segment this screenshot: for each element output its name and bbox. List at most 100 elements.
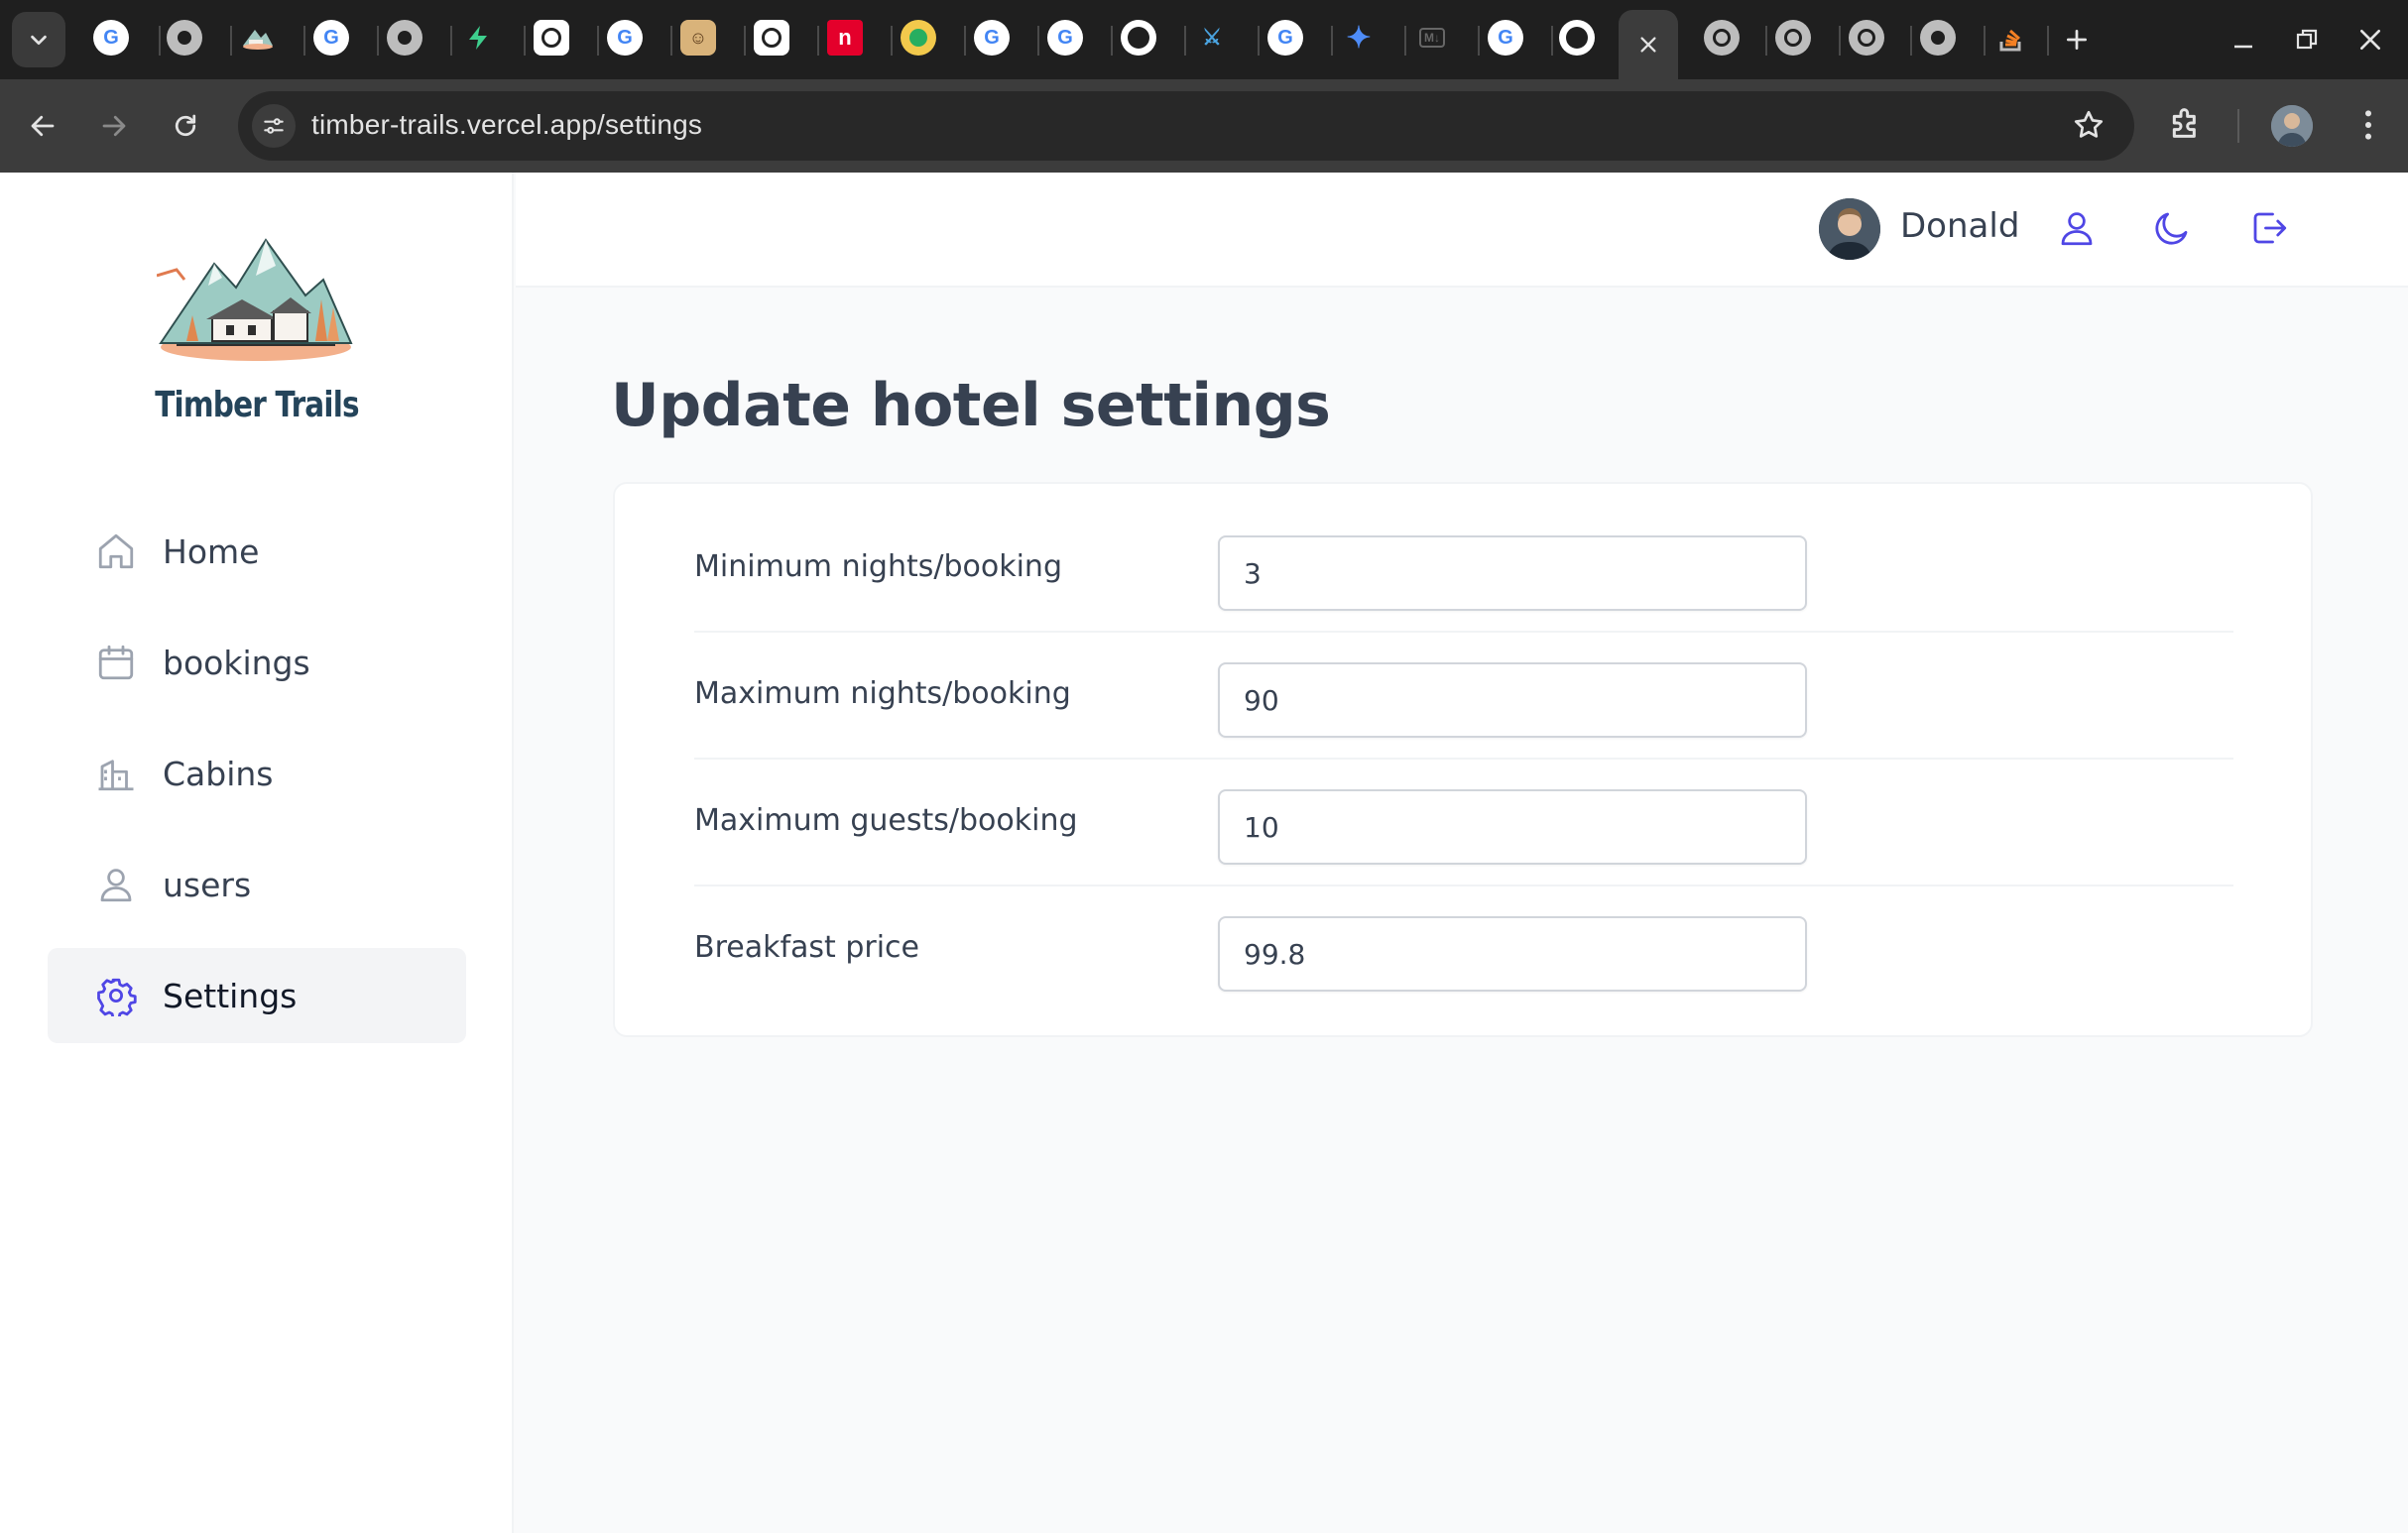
extensions-button[interactable]	[2166, 103, 2206, 147]
moon-icon	[2155, 212, 2188, 245]
google-icon[interactable]: G	[974, 20, 1010, 56]
url-text[interactable]: timber-trails.vercel.app/settings	[311, 109, 702, 141]
tab-search-button[interactable]	[12, 12, 65, 67]
puzzle-icon	[2172, 108, 2196, 138]
avatar-tab-icon[interactable]: ☺	[680, 20, 716, 56]
active-tab[interactable]	[1619, 10, 1678, 79]
sidebar-item-bookings[interactable]: bookings	[48, 615, 466, 710]
main-content: Update hotel settings Minimum nights/boo…	[516, 288, 2408, 1533]
dark-mode-toggle[interactable]	[2146, 202, 2198, 254]
logout-icon	[2253, 212, 2287, 244]
arrow-left-icon	[31, 115, 55, 137]
globe-icon[interactable]	[1849, 20, 1884, 56]
user-icon	[2061, 212, 2093, 246]
setting-row-min-nights: Minimum nights/booking	[694, 506, 2233, 633]
google-icon[interactable]: G	[607, 20, 643, 56]
supabase-icon[interactable]	[460, 20, 496, 56]
page-title: Update hotel settings	[611, 371, 1331, 440]
star-icon	[2074, 110, 2104, 138]
restore-icon	[2296, 29, 2318, 50]
breakfast-price-input[interactable]	[1218, 916, 1807, 992]
min-nights-label: Minimum nights/booking	[694, 549, 1062, 584]
forward-button[interactable]	[91, 103, 137, 149]
google-icon[interactable]: G	[313, 20, 349, 56]
setting-row-breakfast-price: Breakfast price	[694, 886, 2233, 1013]
minimize-icon	[2234, 45, 2252, 49]
breakfast-price-label: Breakfast price	[694, 930, 920, 965]
setting-row-max-nights: Maximum nights/booking	[694, 633, 2233, 760]
sidebar-item-label: Home	[163, 531, 260, 571]
browser-toolbar: timber-trails.vercel.app/settings	[0, 79, 2408, 173]
chrome-icon[interactable]	[1920, 20, 1956, 56]
github-icon[interactable]	[1121, 20, 1156, 56]
avatar[interactable]	[1819, 198, 1880, 260]
chrome-icon[interactable]	[387, 20, 422, 56]
sidebar: Timber Trails Home bookings Cabins users	[0, 173, 514, 1533]
chevron-down-icon	[31, 35, 47, 46]
sidebar-item-users[interactable]: users	[48, 837, 466, 932]
chatgpt-icon[interactable]	[754, 20, 789, 56]
setting-row-max-guests: Maximum guests/booking	[694, 760, 2233, 886]
user-name: Donald	[1900, 206, 2020, 246]
address-bar[interactable]: timber-trails.vercel.app/settings	[238, 91, 2134, 161]
logout-button[interactable]	[2243, 202, 2295, 254]
colorful-ball-icon[interactable]	[901, 20, 936, 56]
star-wars-icon[interactable]: ⚔	[1194, 20, 1230, 56]
reload-icon	[175, 114, 196, 137]
google-icon[interactable]: G	[93, 20, 129, 56]
tune-icon	[264, 118, 284, 134]
google-icon[interactable]: G	[1267, 20, 1303, 56]
bookmark-button[interactable]	[2071, 107, 2107, 147]
close-icon[interactable]	[1637, 34, 1659, 56]
account-button[interactable]	[2051, 202, 2103, 254]
minimize-button[interactable]	[2224, 20, 2263, 59]
close-window-button[interactable]	[2350, 20, 2390, 59]
settings-form: Minimum nights/booking Maximum nights/bo…	[613, 482, 2313, 1037]
sidebar-item-cabins[interactable]: Cabins	[48, 726, 466, 821]
restore-button[interactable]	[2287, 20, 2327, 59]
timber-trails-icon[interactable]	[240, 20, 276, 56]
min-nights-input[interactable]	[1218, 535, 1807, 611]
gemini-icon[interactable]: ✦	[1341, 20, 1377, 56]
profile-avatar[interactable]	[2271, 105, 2313, 147]
user-icon	[95, 864, 137, 905]
arrow-right-icon	[102, 115, 126, 137]
sidebar-item-label: users	[163, 865, 252, 904]
google-icon[interactable]: G	[1488, 20, 1523, 56]
chatgpt-icon[interactable]	[534, 20, 569, 56]
sidebar-item-label: Settings	[163, 976, 298, 1015]
sidebar-item-label: bookings	[163, 643, 310, 682]
home-icon	[95, 531, 137, 572]
sidebar-item-home[interactable]: Home	[48, 504, 466, 599]
chrome-icon[interactable]	[167, 20, 202, 56]
site-info-button[interactable]	[252, 104, 296, 148]
more-vertical-icon	[2365, 110, 2371, 140]
building-icon	[95, 753, 137, 794]
max-nights-input[interactable]	[1218, 662, 1807, 738]
globe-icon[interactable]	[1704, 20, 1740, 56]
browser-menu-button[interactable]	[2348, 105, 2388, 149]
app-header: Donald	[516, 173, 2408, 288]
markdown-icon[interactable]: M↓	[1414, 20, 1450, 56]
google-icon[interactable]: G	[1047, 20, 1083, 56]
plus-icon	[2066, 29, 2088, 51]
max-guests-label: Maximum guests/booking	[694, 803, 1078, 838]
github-icon[interactable]	[1559, 20, 1595, 56]
reload-button[interactable]	[163, 103, 208, 149]
gear-icon	[95, 975, 137, 1016]
close-icon	[2359, 29, 2381, 51]
max-nights-label: Maximum nights/booking	[694, 676, 1071, 711]
calendar-icon	[95, 642, 137, 683]
logo-image	[156, 236, 355, 365]
sidebar-nav: Home bookings Cabins users Settings	[48, 504, 466, 1059]
stackoverflow-icon[interactable]	[1993, 20, 2029, 56]
netlify-icon[interactable]: n	[827, 20, 863, 56]
browser-tab-bar: G G G ☺ n G G ⚔ G ✦ M↓ G	[0, 0, 2408, 79]
globe-icon[interactable]	[1775, 20, 1811, 56]
back-button[interactable]	[20, 103, 65, 149]
max-guests-input[interactable]	[1218, 789, 1807, 865]
new-tab-button[interactable]	[2057, 20, 2097, 59]
sidebar-item-label: Cabins	[163, 754, 274, 793]
sidebar-item-settings[interactable]: Settings	[48, 948, 466, 1043]
brand-name: Timber Trails	[155, 385, 359, 425]
